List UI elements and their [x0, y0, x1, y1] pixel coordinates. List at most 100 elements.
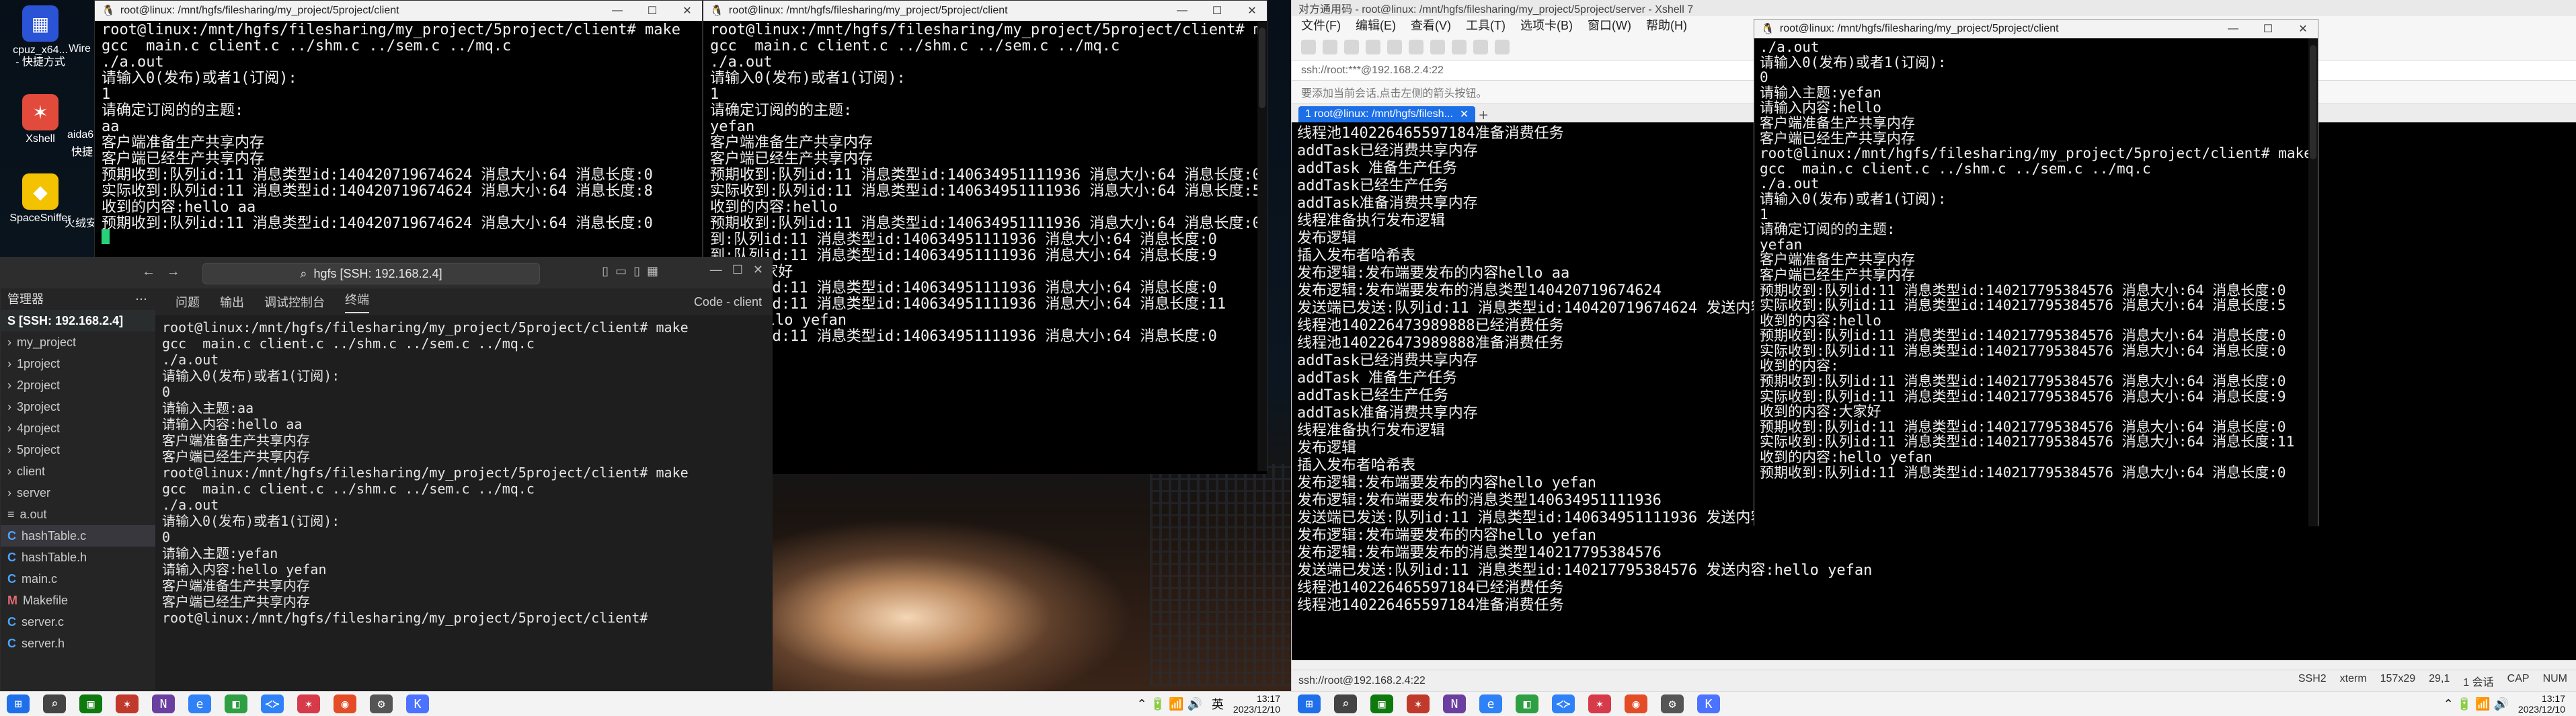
- window-titlebar[interactable]: 🐧 root@linux: /mnt/hgfs/filesharing/my_p…: [1754, 19, 2318, 38]
- app-icon[interactable]: ▣: [79, 694, 102, 713]
- taskbar-right[interactable]: ⊞ ⌕ ▣ ✶ N e ◧ ≺≻ ✶ ◉ ⚙ K ⌃ 🔋 📶 🔊 13:17 2…: [1291, 691, 2576, 716]
- app-icon[interactable]: ▣: [1370, 694, 1393, 713]
- app-icon[interactable]: N: [1443, 694, 1466, 713]
- explorer-item[interactable]: M Makefile: [1, 590, 155, 611]
- toolbar-icon[interactable]: [1387, 39, 1402, 54]
- tab-debug-console[interactable]: 调试控制台: [264, 293, 325, 311]
- vscode-icon[interactable]: ≺≻: [1552, 694, 1575, 713]
- maximize-button[interactable]: ☐: [1202, 1, 1232, 21]
- explorer-item[interactable]: › 3project: [1, 396, 155, 417]
- browser-icon[interactable]: e: [188, 694, 211, 713]
- window-titlebar[interactable]: 🐧 root@linux: /mnt/hgfs/filesharing/my_p…: [95, 1, 702, 21]
- vscode-panel[interactable]: 问题 输出 调试控制台 终端 Code - client root@linux:…: [155, 288, 773, 692]
- search-icon[interactable]: ⌕: [1334, 694, 1357, 713]
- app-icon[interactable]: N: [152, 694, 175, 713]
- add-tab-button[interactable]: ＋: [1475, 106, 1491, 122]
- settings-icon[interactable]: ⚙: [1661, 694, 1684, 713]
- terminal-output[interactable]: root@linux:/mnt/hgfs/filesharing/my_proj…: [95, 21, 702, 262]
- explorer-item[interactable]: Cmain.c: [1, 568, 155, 590]
- app-icon[interactable]: K: [1697, 694, 1720, 713]
- menu-item[interactable]: 窗口(W): [1588, 16, 1631, 34]
- explorer-item[interactable]: ≡ a.out: [1, 504, 155, 525]
- menu-item[interactable]: 选项卡(B): [1520, 16, 1573, 34]
- terminal-window-subscriber-aa[interactable]: 🐧 root@linux: /mnt/hgfs/filesharing/my_p…: [94, 0, 703, 262]
- tab-problems[interactable]: 问题: [175, 293, 200, 311]
- more-actions-icon[interactable]: ⋯: [135, 288, 155, 310]
- desktop-icon-spacesniffer[interactable]: ◆ SpaceSniffer: [0, 168, 81, 249]
- explorer-item[interactable]: › my_project: [1, 331, 155, 353]
- tab-output[interactable]: 输出: [220, 293, 244, 311]
- input-language[interactable]: 英: [1212, 695, 1224, 713]
- system-tray[interactable]: ⌃ 🔋 📶 🔊 13:17 2023/12/10: [2444, 693, 2576, 715]
- settings-icon[interactable]: ⚙: [370, 694, 393, 713]
- minimize-button[interactable]: —: [602, 1, 632, 21]
- desktop-icon-cpuz[interactable]: ▦ cpuz_x64... - 快捷方式: [0, 0, 81, 81]
- xshell-icon[interactable]: ✶: [1588, 694, 1611, 713]
- close-button[interactable]: ✕: [672, 1, 702, 21]
- command-center-search[interactable]: ⌕ hgfs [SSH: 192.168.2.4]: [202, 263, 540, 284]
- integrated-terminal[interactable]: root@linux:/mnt/hgfs/filesharing/my_proj…: [155, 317, 773, 690]
- toolbar-icon[interactable]: [1495, 39, 1510, 54]
- tray-icons[interactable]: ⌃ 🔋 📶 🔊: [1137, 697, 1202, 711]
- menu-item[interactable]: 编辑(E): [1356, 16, 1396, 34]
- terminal-scrollbar[interactable]: [2308, 38, 2318, 526]
- start-icon[interactable]: ⊞: [1298, 694, 1321, 713]
- toolbar-icon[interactable]: [1344, 39, 1359, 54]
- clock[interactable]: 13:17 2023/12/10: [2518, 693, 2565, 715]
- app-icon[interactable]: K: [406, 694, 429, 713]
- minimize-button[interactable]: —: [1167, 1, 1197, 21]
- layout-icons[interactable]: ▯ ▭ ▯ ▦: [602, 264, 658, 278]
- maximize-button[interactable]: ☐: [2253, 19, 2283, 39]
- app-icon[interactable]: ✶: [1407, 694, 1430, 713]
- vscode-titlebar[interactable]: ← → ⌕ hgfs [SSH: 192.168.2.4] ▯ ▭ ▯ ▦ — …: [1, 257, 773, 288]
- chrome-icon[interactable]: ◉: [1625, 694, 1647, 713]
- explorer-item[interactable]: › server: [1, 482, 155, 504]
- window-titlebar[interactable]: 🐧 root@linux: /mnt/hgfs/filesharing/my_p…: [703, 1, 1267, 21]
- terminal-instance-label[interactable]: Code - client: [694, 295, 773, 309]
- toolbar-icon[interactable]: [1366, 39, 1380, 54]
- explorer-item[interactable]: › 5project: [1, 439, 155, 461]
- terminal-scrollbar[interactable]: [1257, 21, 1267, 471]
- explorer-item[interactable]: ChashTable.h: [1, 547, 155, 568]
- explorer-sidebar[interactable]: 管理器 ⋯ S [SSH: 192.168.2.4] › my_project › 1…: [1, 288, 155, 692]
- xshell-titlebar[interactable]: 对方通用码 - root@linux: /mnt/hgfs/filesharin…: [1292, 0, 2576, 16]
- terminal-output[interactable]: root@linux:/mnt/hgfs/filesharing/my_proj…: [703, 21, 1267, 474]
- explorer-item[interactable]: › client: [1, 461, 155, 482]
- explorer-item[interactable]: Cserver.h: [1, 633, 155, 654]
- maximize-button[interactable]: ☐: [637, 1, 667, 21]
- vscode-window[interactable]: ← → ⌕ hgfs [SSH: 192.168.2.4] ▯ ▭ ▯ ▦ — …: [0, 257, 773, 692]
- window-controls[interactable]: — ☐ ✕: [710, 263, 763, 277]
- terminal-output[interactable]: ./a.out 请输入0(发布)或者1(订阅): 0 请输入主题:yefan 请输入内容…: [1754, 38, 2318, 529]
- explorer-item[interactable]: › 2project: [1, 374, 155, 396]
- vscode-icon[interactable]: ≺≻: [261, 694, 284, 713]
- menu-item[interactable]: 帮助(H): [1646, 16, 1687, 34]
- chrome-icon[interactable]: ◉: [334, 694, 356, 713]
- search-icon[interactable]: ⌕: [43, 694, 66, 713]
- address-value[interactable]: ssh://root:***@192.168.2.4:22: [1301, 65, 1444, 77]
- toolbar-icon[interactable]: [1301, 39, 1316, 54]
- session-tab[interactable]: 1 root@linux: /mnt/hgfs/filesh... ✕: [1298, 106, 1476, 122]
- explorer-item[interactable]: Cserver.c: [1, 611, 155, 633]
- close-tab-icon[interactable]: ✕: [1460, 108, 1469, 121]
- toolbar-icon[interactable]: [1323, 39, 1337, 54]
- back-forward-icons[interactable]: ← →: [142, 264, 180, 280]
- toolbar-icon[interactable]: [1409, 39, 1423, 54]
- xshell-icon[interactable]: ✶: [297, 694, 320, 713]
- toolbar-icon[interactable]: [1430, 39, 1445, 54]
- terminal-window-subscriber-yefan[interactable]: 🐧 root@linux: /mnt/hgfs/filesharing/my_p…: [703, 0, 1267, 474]
- explorer-item[interactable]: ChashTable.c: [1, 525, 155, 547]
- menu-item[interactable]: 文件(F): [1301, 16, 1341, 34]
- tray-icons[interactable]: ⌃ 🔋 📶 🔊: [2444, 697, 2509, 711]
- xshell-client-terminal-window[interactable]: 🐧 root@linux: /mnt/hgfs/filesharing/my_p…: [1754, 19, 2318, 529]
- workspace-root[interactable]: S [SSH: 192.168.2.4]: [1, 310, 155, 331]
- clock[interactable]: 13:17 2023/12/10: [1233, 693, 1280, 715]
- app-icon[interactable]: ◧: [225, 694, 247, 713]
- app-icon[interactable]: ✶: [116, 694, 139, 713]
- minimize-button[interactable]: —: [2218, 19, 2248, 39]
- tab-terminal[interactable]: 终端: [345, 290, 369, 313]
- explorer-item[interactable]: › 1project: [1, 353, 155, 374]
- toolbar-icon[interactable]: [1473, 39, 1488, 54]
- start-icon[interactable]: ⊞: [7, 694, 30, 713]
- system-tray[interactable]: ⌃ 🔋 📶 🔊 英 13:17 2023/12/10: [1137, 693, 1291, 715]
- toolbar-icon[interactable]: [1452, 39, 1467, 54]
